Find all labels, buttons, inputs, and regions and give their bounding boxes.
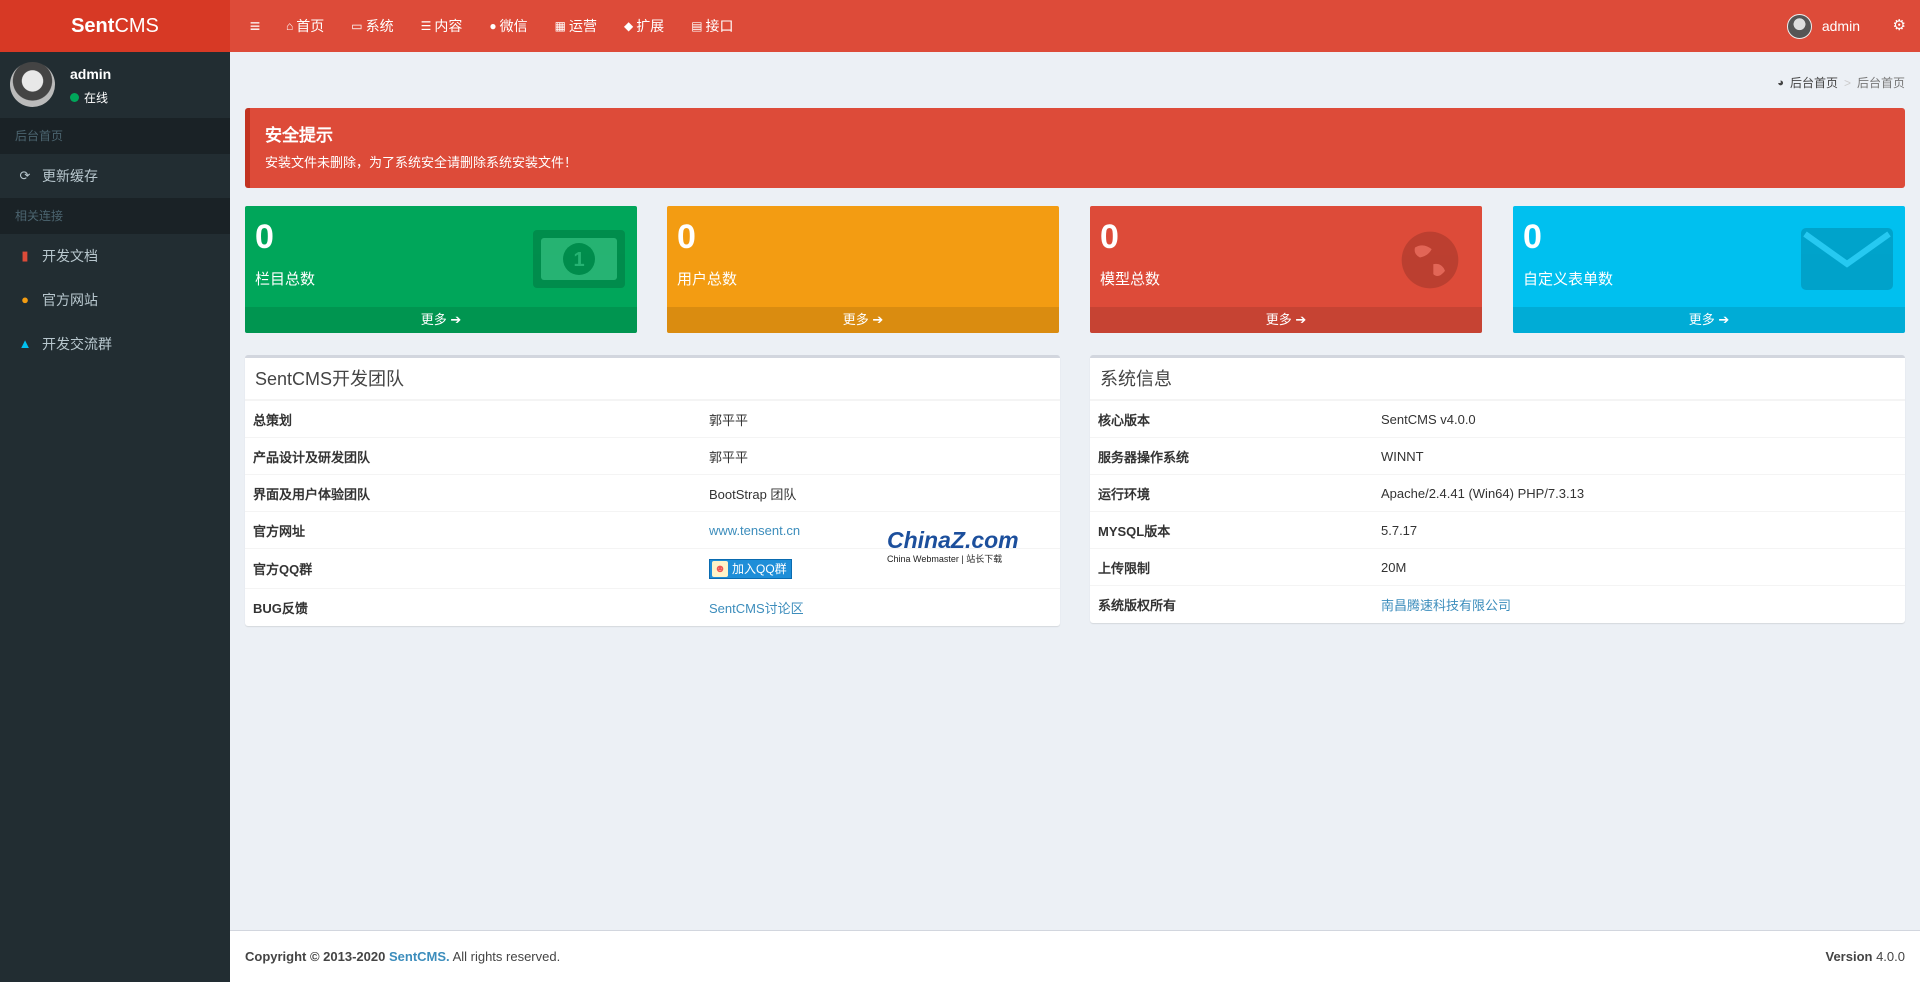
system-info-panel: 系统信息 核心版本 SentCMS v4.0.0 服务器操作系统 WINNT 运行环… [1090, 355, 1905, 623]
sidebar-toggle-icon[interactable]: ≡ [242, 0, 268, 52]
stat-box-columns: 0 栏目总数 1 更多 ➔ [245, 206, 637, 333]
nav-home[interactable]: ⌂ 首页 [286, 0, 335, 52]
arrow-circle-right-icon: ➔ [872, 312, 884, 327]
wechat-icon: ● [489, 19, 497, 33]
breadcrumb-home[interactable]: 后台首页 [1790, 74, 1838, 91]
top-menu: ⌂ 首页 ▭ 系统 ☰ 内容 ● 微信 ▦ 运营 ◆ 扩展 ▤ 接口 [286, 0, 761, 52]
nav-operation[interactable]: ▦ 运营 [555, 0, 608, 52]
stat-more-link[interactable]: 更多 ➔ [667, 307, 1059, 333]
user-name: admin [70, 66, 112, 82]
sidebar-item-dev-docs[interactable]: ▮ 开发文档 [0, 234, 230, 278]
footer-brand-link[interactable]: SentCMS. [389, 949, 450, 964]
table-row: 上传限制 20M [1090, 548, 1905, 586]
stat-value: 0 [1100, 218, 1119, 256]
money-icon: 1 [533, 230, 625, 288]
refresh-icon: ⟳ [19, 168, 31, 183]
top-header: SentCMS ≡ ⌂ 首页 ▭ 系统 ☰ 内容 ● 微信 ▦ 运营 ◆ 扩展 ▤ 接口 ad… [0, 0, 1920, 52]
breadcrumb-current: 后台首页 [1856, 76, 1905, 90]
table-row: 运行环境 Apache/2.4.41 (Win64) PHP/7.3.13 [1090, 474, 1905, 512]
breadcrumb: ◕ 后台首页 > 后台首页 [1777, 74, 1905, 91]
chinaz-watermark-logo: ChinaZ.com China Webmaster | 站长下载 [887, 527, 1019, 564]
footer: Copyright © 2013-2020 SentCMS. All right… [230, 930, 1920, 982]
stat-box-models: 0 模型总数 更多 ➔ [1090, 206, 1482, 333]
sidebar-item-official-site[interactable]: ● 官方网站 [0, 278, 230, 322]
stat-value: 0 [677, 218, 696, 256]
logo[interactable]: SentCMS [0, 0, 230, 52]
bug-forum-link[interactable]: SentCMS讨论区 [709, 601, 804, 616]
user-menu[interactable]: admin [1786, 0, 1860, 52]
nav-system[interactable]: ▭ 系统 [351, 0, 404, 52]
stat-label: 模型总数 [1100, 271, 1161, 288]
breadcrumb-separator: > [1843, 75, 1851, 90]
system-info-table: 核心版本 SentCMS v4.0.0 服务器操作系统 WINNT 运行环境 Apac… [1090, 400, 1905, 623]
nav-api[interactable]: ▤ 接口 [691, 0, 744, 52]
stat-value: 0 [255, 218, 274, 256]
nav-content[interactable]: ☰ 内容 [421, 0, 474, 52]
security-alert: 安全提示 安装文件未删除，为了系统安全请删除系统安装文件！ [245, 108, 1905, 188]
table-row: 核心版本 SentCMS v4.0.0 [1090, 400, 1905, 438]
table-row: 服务器操作系统 WINNT [1090, 437, 1905, 475]
list-icon: ☰ [420, 19, 432, 33]
user-status: 在线 [70, 89, 108, 106]
team-table: 总策划 郭平平 产品设计及研发团队 郭平平 界面及用户体验团队 BootStrap 团… [245, 400, 1060, 626]
stat-label: 自定义表单数 [1523, 271, 1614, 288]
svg-text:1: 1 [573, 249, 584, 271]
stat-more-link[interactable]: 更多 ➔ [1090, 307, 1482, 333]
footer-copyright: Copyright © 2013-2020 SentCMS. All right… [245, 949, 561, 964]
stat-label: 用户总数 [677, 271, 738, 288]
qq-group-icon: ☻ [712, 560, 728, 577]
stat-label: 栏目总数 [255, 271, 316, 288]
arrow-circle-right-icon: ➔ [1718, 312, 1730, 327]
panel-title: 系统信息 [1090, 358, 1905, 400]
nav-extension[interactable]: ◆ 扩展 [624, 0, 675, 52]
sidebar-item-refresh-cache[interactable]: ⟳ 更新缓存 [0, 154, 230, 198]
stat-value: 0 [1523, 218, 1542, 256]
stat-more-link[interactable]: 更多 ➔ [245, 307, 637, 333]
arrow-circle-right-icon: ➔ [1295, 312, 1307, 327]
globe-icon [1401, 231, 1459, 289]
sidebar-header-links: 相关连接 [0, 198, 230, 234]
official-site-link[interactable]: www.tensent.cn [709, 523, 800, 538]
online-dot-icon [70, 93, 79, 102]
copyright-company-link[interactable]: 南昌腾速科技有限公司 [1381, 598, 1511, 613]
alert-message: 安装文件未删除，为了系统安全请删除系统安装文件！ [265, 155, 578, 170]
file-icon: ▮ [21, 248, 29, 263]
top-navbar: ≡ ⌂ 首页 ▭ 系统 ☰ 内容 ● 微信 ▦ 运营 ◆ 扩展 ▤ 接口 admin ⚙ [230, 0, 1920, 52]
table-row: 产品设计及研发团队 郭平平 [245, 437, 1060, 475]
user-panel: admin 在线 [0, 52, 230, 118]
panel-title: SentCMS开发团队 [245, 358, 1060, 400]
stat-box-forms: 0 自定义表单数 更多 ➔ [1513, 206, 1905, 333]
table-row: MYSQL版本 5.7.17 [1090, 511, 1905, 549]
join-qq-group-button[interactable]: ☻ 加入QQ群 [709, 558, 792, 579]
avatar [10, 62, 55, 107]
gears-icon[interactable]: ⚙ [1893, 0, 1906, 52]
alert-title: 安全提示 [265, 126, 333, 145]
table-row: 总策划 郭平平 [245, 400, 1060, 438]
stat-box-users: 0 用户总数 更多 ➔ [667, 206, 1059, 333]
database-icon: ▤ [691, 19, 703, 33]
avatar [1786, 13, 1812, 39]
table-row: 系统版权所有 南昌腾速科技有限公司 [1090, 585, 1905, 623]
tag-icon: ◆ [623, 19, 634, 33]
arrow-circle-right-icon: ➔ [450, 312, 462, 327]
laptop-icon: ▭ [351, 19, 363, 33]
main-content: ◕ 后台首页 > 后台首页 安全提示 安装文件未删除，为了系统安全请删除系统安装… [230, 52, 1920, 930]
dashboard-icon: ◕ [1777, 76, 1784, 89]
home-icon: ⌂ [286, 19, 294, 33]
table-row: BUG反馈 SentCMS讨论区 [245, 588, 1060, 626]
footer-version: Version 4.0.0 [1825, 949, 1905, 964]
team-panel: SentCMS开发团队 总策划 郭平平 产品设计及研发团队 郭平平 界面及用户体验团… [245, 355, 1060, 626]
sidebar: admin 在线 后台首页 ⟳ 更新缓存 相关连接 ▮ 开发文档 ● 官方网站 … [0, 52, 230, 982]
sidebar-item-dev-group[interactable]: ▲ 开发交流群 [0, 322, 230, 366]
sidebar-header-home: 后台首页 [0, 118, 230, 154]
table-row: 界面及用户体验团队 BootStrap 团队 [245, 474, 1060, 512]
grid-icon: ▦ [554, 19, 566, 33]
globe-icon: ● [21, 292, 29, 307]
qq-icon: ▲ [18, 336, 32, 351]
envelope-icon [1801, 228, 1893, 290]
nav-wechat[interactable]: ● 微信 [489, 0, 538, 52]
stat-more-link[interactable]: 更多 ➔ [1513, 307, 1905, 333]
